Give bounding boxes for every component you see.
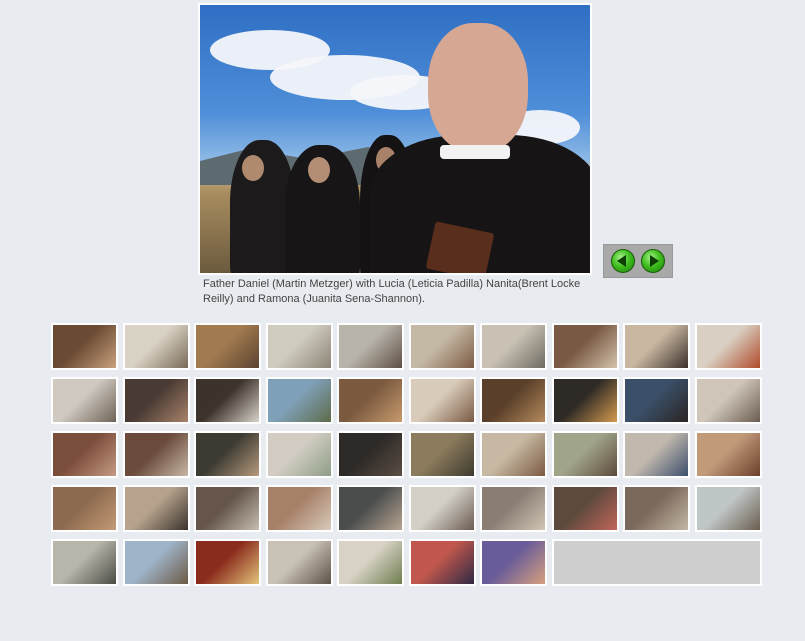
- thumbnail-image[interactable]: [480, 431, 547, 478]
- thumbnail-image[interactable]: [51, 431, 118, 478]
- thumbnail-image[interactable]: [551, 485, 619, 532]
- thumbnail-image[interactable]: [551, 377, 619, 424]
- thumbnail-image[interactable]: [694, 323, 762, 370]
- thumbnail-image[interactable]: [122, 323, 190, 370]
- thumbnail-image[interactable]: [51, 323, 118, 370]
- thumbnail-image[interactable]: [194, 539, 261, 586]
- thumbnail-image[interactable]: [480, 377, 547, 424]
- thumbnail-image[interactable]: [265, 323, 333, 370]
- thumbnail-image[interactable]: [337, 377, 404, 424]
- thumbnail-image[interactable]: [694, 431, 762, 478]
- thumbnail-image[interactable]: [122, 431, 190, 478]
- thumbnail-image[interactable]: [122, 539, 190, 586]
- thumbnail-image[interactable]: [480, 323, 547, 370]
- next-button[interactable]: [641, 249, 666, 273]
- thumbnail-image[interactable]: [51, 485, 118, 532]
- thumbnail-image[interactable]: [265, 377, 333, 424]
- thumbnail-image[interactable]: [337, 485, 404, 532]
- thumbnail-image[interactable]: [337, 539, 404, 586]
- empty-thumbnail-slot: [551, 539, 762, 586]
- thumbnail-image[interactable]: [408, 377, 476, 424]
- thumbnail-image[interactable]: [480, 539, 547, 586]
- thumbnail-image[interactable]: [408, 539, 476, 586]
- thumbnail-image[interactable]: [194, 377, 261, 424]
- right-arrow-icon: [649, 255, 659, 267]
- thumbnail-image[interactable]: [623, 431, 690, 478]
- thumbnail-image[interactable]: [337, 431, 404, 478]
- thumbnail-image[interactable]: [408, 323, 476, 370]
- thumbnail-image[interactable]: [694, 377, 762, 424]
- thumbnail-image[interactable]: [551, 323, 619, 370]
- previous-button[interactable]: [610, 249, 635, 273]
- thumbnail-image[interactable]: [623, 377, 690, 424]
- thumbnail-image[interactable]: [51, 377, 118, 424]
- thumbnail-image[interactable]: [265, 485, 333, 532]
- thumbnail-image[interactable]: [194, 431, 261, 478]
- thumbnail-image[interactable]: [122, 485, 190, 532]
- left-arrow-icon: [617, 255, 627, 267]
- thumbnail-image[interactable]: [265, 539, 333, 586]
- slideshow-navigation: [603, 244, 673, 278]
- main-photo: [200, 5, 590, 273]
- thumbnail-image[interactable]: [623, 485, 690, 532]
- photo-caption: Father Daniel (Martin Metzger) with Luci…: [203, 278, 581, 305]
- thumbnail-image[interactable]: [122, 377, 190, 424]
- thumbnail-image[interactable]: [694, 485, 762, 532]
- thumbnail-image[interactable]: [337, 323, 404, 370]
- thumbnail-image[interactable]: [551, 431, 619, 478]
- thumbnail-image[interactable]: [51, 539, 118, 586]
- thumbnail-image[interactable]: [623, 323, 690, 370]
- main-photo-frame: [198, 3, 592, 275]
- thumbnail-image[interactable]: [480, 485, 547, 532]
- thumbnail-image[interactable]: [194, 485, 261, 532]
- thumbnail-image[interactable]: [194, 323, 261, 370]
- thumbnail-image[interactable]: [265, 431, 333, 478]
- thumbnail-image[interactable]: [408, 431, 476, 478]
- thumbnail-image[interactable]: [408, 485, 476, 532]
- thumbnail-grid: [51, 323, 763, 586]
